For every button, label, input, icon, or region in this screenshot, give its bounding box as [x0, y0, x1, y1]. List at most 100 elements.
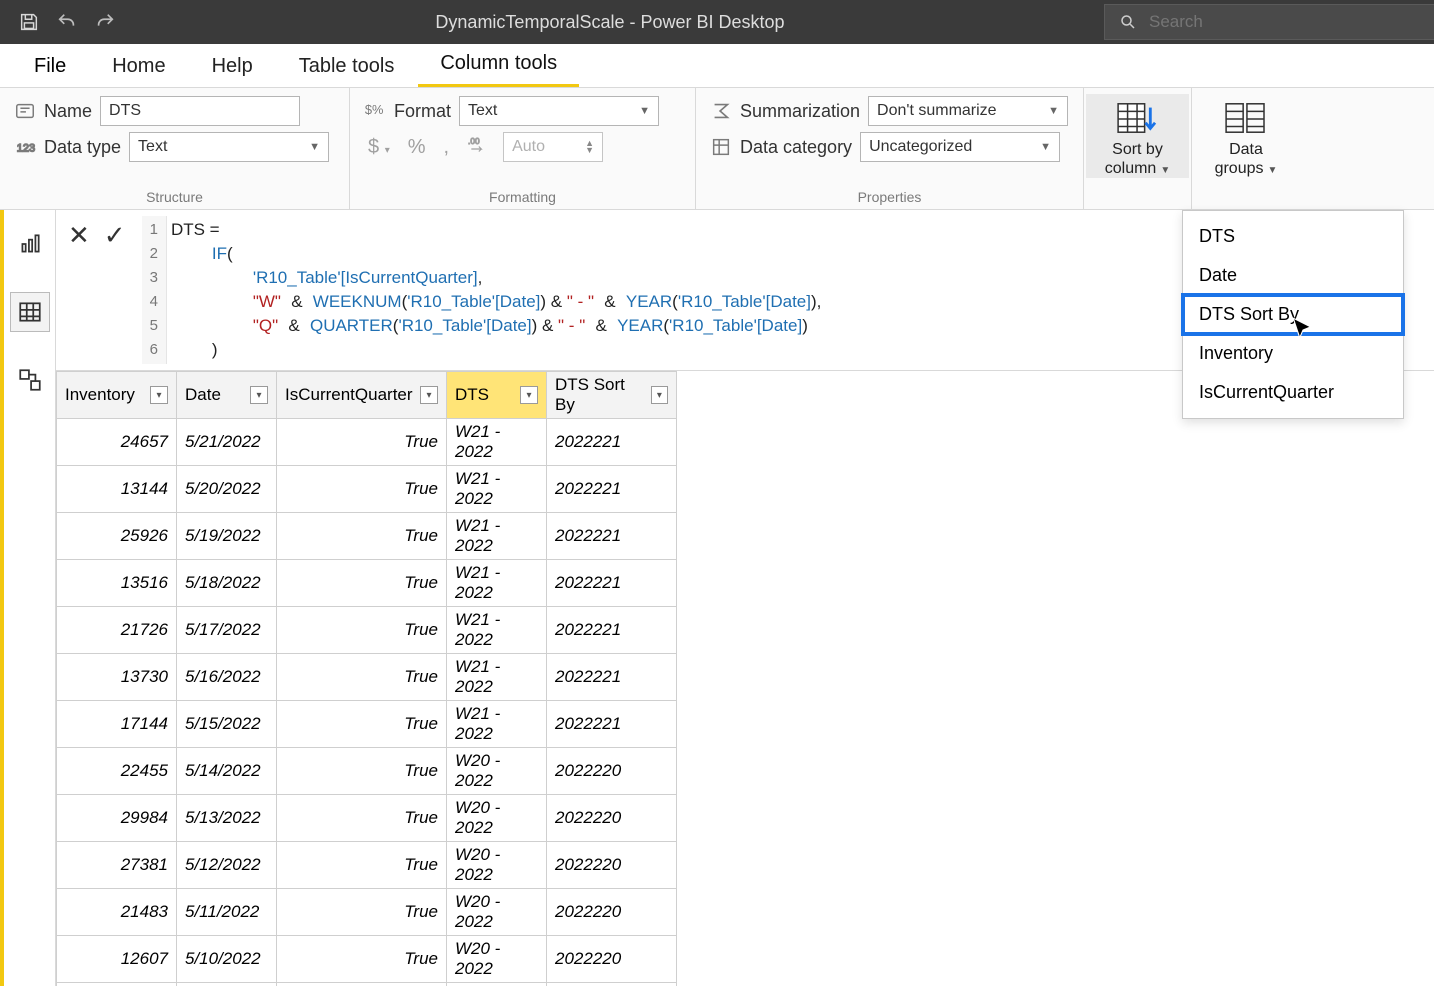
cell[interactable]: 2022221: [547, 560, 677, 607]
cell[interactable]: 2022220: [547, 748, 677, 795]
cell[interactable]: W21 - 2022: [447, 466, 547, 513]
table-row[interactable]: 273815/12/2022TrueW20 - 20222022220: [57, 842, 677, 889]
cell[interactable]: 21483: [57, 889, 177, 936]
cell[interactable]: 2022220: [547, 889, 677, 936]
tab-file[interactable]: File: [12, 46, 88, 87]
tab-table-tools[interactable]: Table tools: [277, 46, 417, 87]
cell[interactable]: 2022221: [547, 701, 677, 748]
cell[interactable]: True: [277, 654, 447, 701]
cell[interactable]: W20 - 2022: [447, 795, 547, 842]
cell[interactable]: W20 - 2022: [447, 748, 547, 795]
column-header[interactable]: IsCurrentQuarter: [285, 385, 413, 405]
cell[interactable]: 25926: [57, 513, 177, 560]
cell[interactable]: 2022221: [547, 513, 677, 560]
percent-icon[interactable]: %: [404, 136, 430, 159]
cell[interactable]: 13730: [57, 654, 177, 701]
column-filter-button[interactable]: ▾: [420, 386, 438, 404]
cell[interactable]: 5/21/2022: [177, 419, 277, 466]
cell[interactable]: 13516: [57, 560, 177, 607]
cell[interactable]: True: [277, 607, 447, 654]
comma-icon[interactable]: ,: [440, 136, 454, 159]
cell[interactable]: 17144: [57, 701, 177, 748]
table-row[interactable]: 135165/18/2022TrueW21 - 20222022221: [57, 560, 677, 607]
column-filter-button[interactable]: ▾: [150, 386, 168, 404]
cell[interactable]: 2022221: [547, 419, 677, 466]
cell[interactable]: 5/14/2022: [177, 748, 277, 795]
cell[interactable]: 5/13/2022: [177, 795, 277, 842]
cell[interactable]: 5/9/2022: [177, 983, 277, 986]
cell[interactable]: True: [277, 419, 447, 466]
cell[interactable]: 18431: [57, 983, 177, 986]
column-header-cell[interactable]: DTS Sort By ▾: [547, 372, 677, 419]
decimal-places-input[interactable]: Auto ▲▼: [503, 132, 603, 162]
redo-icon[interactable]: [94, 11, 116, 33]
cell[interactable]: 2022221: [547, 607, 677, 654]
tab-help[interactable]: Help: [190, 46, 275, 87]
cell[interactable]: W20 - 2022: [447, 936, 547, 983]
cell[interactable]: 22455: [57, 748, 177, 795]
column-filter-button[interactable]: ▾: [651, 386, 668, 404]
cell[interactable]: W20 - 2022: [447, 983, 547, 986]
cell[interactable]: True: [277, 983, 447, 986]
cell[interactable]: 5/19/2022: [177, 513, 277, 560]
cell[interactable]: W21 - 2022: [447, 607, 547, 654]
cell[interactable]: W21 - 2022: [447, 560, 547, 607]
data-view-button[interactable]: [10, 292, 50, 332]
tab-home[interactable]: Home: [90, 46, 187, 87]
column-header[interactable]: Date: [185, 385, 221, 405]
cell[interactable]: True: [277, 701, 447, 748]
decimals-icon[interactable]: .00: [463, 134, 493, 160]
data-grid[interactable]: Inventory▾Date▾IsCurrentQuarter▾DTS▾DTS …: [56, 371, 1434, 986]
column-header-cell[interactable]: Inventory ▾: [57, 372, 177, 419]
cell[interactable]: True: [277, 889, 447, 936]
cell[interactable]: True: [277, 795, 447, 842]
summarization-select[interactable]: Don't summarize ▼: [868, 96, 1068, 126]
cell[interactable]: True: [277, 748, 447, 795]
column-header[interactable]: DTS: [455, 385, 489, 405]
cell[interactable]: 5/20/2022: [177, 466, 277, 513]
column-header[interactable]: Inventory: [65, 385, 135, 405]
datatype-select[interactable]: Text ▼: [129, 132, 329, 162]
commit-formula-button[interactable]: ✓: [104, 220, 126, 251]
cell[interactable]: 13144: [57, 466, 177, 513]
column-header[interactable]: DTS Sort By: [555, 375, 645, 415]
undo-icon[interactable]: [56, 11, 78, 33]
table-row[interactable]: 214835/11/2022TrueW20 - 20222022220: [57, 889, 677, 936]
cell[interactable]: W21 - 2022: [447, 513, 547, 560]
cell[interactable]: W21 - 2022: [447, 701, 547, 748]
cell[interactable]: 5/10/2022: [177, 936, 277, 983]
column-header-cell[interactable]: IsCurrentQuarter ▾: [277, 372, 447, 419]
table-row[interactable]: 171445/15/2022TrueW21 - 20222022221: [57, 701, 677, 748]
format-select[interactable]: Text ▼: [459, 96, 659, 126]
cell[interactable]: W21 - 2022: [447, 419, 547, 466]
cell[interactable]: 5/15/2022: [177, 701, 277, 748]
sort-menu-item[interactable]: Inventory: [1183, 334, 1403, 373]
sort-menu-item[interactable]: Date: [1183, 256, 1403, 295]
cell[interactable]: W21 - 2022: [447, 654, 547, 701]
table-row[interactable]: 217265/17/2022TrueW21 - 20222022221: [57, 607, 677, 654]
name-input[interactable]: DTS: [100, 96, 300, 126]
cell[interactable]: 2022220: [547, 983, 677, 986]
report-view-button[interactable]: [10, 224, 50, 264]
spinner-icon[interactable]: ▲▼: [585, 140, 594, 154]
column-filter-button[interactable]: ▾: [520, 386, 538, 404]
cell[interactable]: W20 - 2022: [447, 842, 547, 889]
column-filter-button[interactable]: ▾: [250, 386, 268, 404]
search-input[interactable]: [1149, 12, 1420, 32]
table-row[interactable]: 184315/9/2022TrueW20 - 20222022220: [57, 983, 677, 986]
cell[interactable]: 21726: [57, 607, 177, 654]
sort-by-column-button[interactable]: Sort by column▼: [1086, 94, 1189, 178]
cell[interactable]: 27381: [57, 842, 177, 889]
cell[interactable]: True: [277, 936, 447, 983]
cell[interactable]: 24657: [57, 419, 177, 466]
cell[interactable]: True: [277, 513, 447, 560]
cell[interactable]: 5/12/2022: [177, 842, 277, 889]
cancel-formula-button[interactable]: ✕: [68, 220, 90, 251]
cell[interactable]: 2022221: [547, 654, 677, 701]
cell[interactable]: 5/17/2022: [177, 607, 277, 654]
cell[interactable]: 5/16/2022: [177, 654, 277, 701]
cell[interactable]: 2022220: [547, 842, 677, 889]
save-icon[interactable]: [18, 11, 40, 33]
table-row[interactable]: 131445/20/2022TrueW21 - 20222022221: [57, 466, 677, 513]
cell[interactable]: True: [277, 466, 447, 513]
